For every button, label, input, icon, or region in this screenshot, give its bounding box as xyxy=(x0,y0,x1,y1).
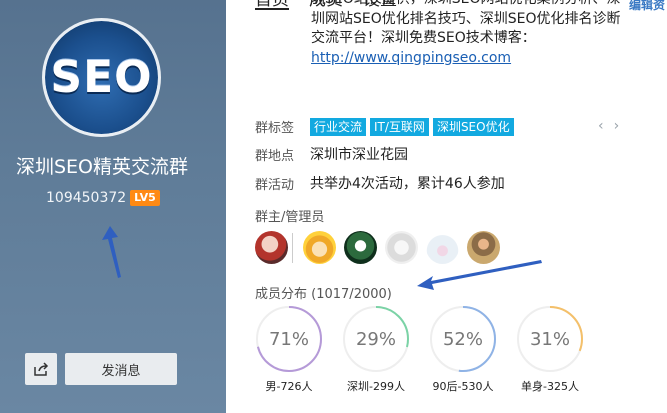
group-avatar: SEO xyxy=(42,18,161,137)
send-message-button[interactable]: 发消息 xyxy=(65,353,177,385)
share-button[interactable] xyxy=(25,353,57,385)
divider xyxy=(292,233,293,263)
level-badge: LV5 xyxy=(130,190,160,206)
intro-line: 交流平台！深圳免费SEO技术博客： xyxy=(311,30,536,46)
tag-it[interactable]: IT/互联网 xyxy=(370,117,429,136)
stat-age[interactable]: 52% 90后-530人 xyxy=(429,305,516,394)
admins-title: 群主/管理员 xyxy=(255,210,325,225)
annotation-arrow-left xyxy=(417,260,542,290)
activity-label: 群活动 xyxy=(255,177,295,193)
location-label: 群地点 xyxy=(255,148,295,164)
stat-label: 90后-530人 xyxy=(432,380,494,393)
intro-line: 圳网站SEO优化排名技巧、深圳SEO优化排名诊断 xyxy=(311,10,621,27)
activity-row: 群活动 共举办4次活动，累计46人参加 xyxy=(255,173,505,193)
distribution-title: 成员分布 (1017/2000) xyxy=(255,283,392,302)
location-value: 深圳市深业花园 xyxy=(310,147,408,163)
distribution-label: 成员分布 xyxy=(255,287,308,302)
stat-location[interactable]: 29% 深圳-299人 xyxy=(342,305,429,394)
stat-percent: 29% xyxy=(355,328,396,350)
group-avatar-image: SEO xyxy=(45,21,158,134)
admin-avatar[interactable] xyxy=(255,231,288,264)
stat-single[interactable]: 31% 单身-325人 xyxy=(516,305,603,394)
group-profile-panel: SEO 深圳SEO精英交流群 109450372 LV5 发消息 xyxy=(0,0,226,413)
stat-percent: 31% xyxy=(529,328,570,350)
admin-avatar[interactable] xyxy=(303,231,336,264)
stat-label: 男-726人 xyxy=(265,380,313,393)
tag-pager: ‹ › xyxy=(598,118,619,134)
group-id: 109450372 xyxy=(46,190,127,206)
tags-label: 群标签 xyxy=(255,121,295,136)
activity-value[interactable]: 共举办4次活动，累计46人参加 xyxy=(310,173,505,193)
location-row: 群地点 深圳市深业花园 xyxy=(255,144,408,164)
blog-link[interactable]: http://www.qingpingseo.com xyxy=(311,49,661,69)
chevron-right-icon[interactable]: › xyxy=(614,118,620,134)
tags-row: 群标签 行业交流 IT/互联网 深圳SEO优化 xyxy=(255,117,518,136)
avatar-logo-text: SEO xyxy=(50,52,153,103)
tab-home[interactable]: 首页 xyxy=(255,0,289,10)
group-name: 深圳SEO精英交流群 xyxy=(15,156,189,178)
stat-label: 深圳-299人 xyxy=(347,380,405,393)
admin-avatar[interactable] xyxy=(344,231,377,264)
intro-line: 圳SEO站长提供，深圳SEO网站优化案例分析、深 xyxy=(311,0,661,10)
annotation-arrow-up xyxy=(102,226,121,278)
stat-percent: 71% xyxy=(268,328,309,350)
group-id-row: 109450372 LV5 xyxy=(46,189,160,207)
stat-gender[interactable]: 71% 男-726人 xyxy=(255,305,342,394)
tag-industry[interactable]: 行业交流 xyxy=(310,117,367,136)
member-count: (1017/2000) xyxy=(311,287,392,302)
stat-percent: 52% xyxy=(442,328,483,350)
group-intro: 圳SEO站长提供，深圳SEO网站优化案例分析、深 圳网站SEO优化排名技巧、深圳… xyxy=(311,0,661,68)
member-stats: 71% 男-726人 29% 深圳-299人 52% 90后-530人 31% … xyxy=(255,305,603,394)
tag-seo[interactable]: 深圳SEO优化 xyxy=(432,117,514,136)
stat-label: 单身-325人 xyxy=(521,380,579,393)
admin-avatar[interactable] xyxy=(385,231,418,264)
share-icon xyxy=(34,362,49,376)
chevron-left-icon[interactable]: ‹ xyxy=(598,118,604,134)
